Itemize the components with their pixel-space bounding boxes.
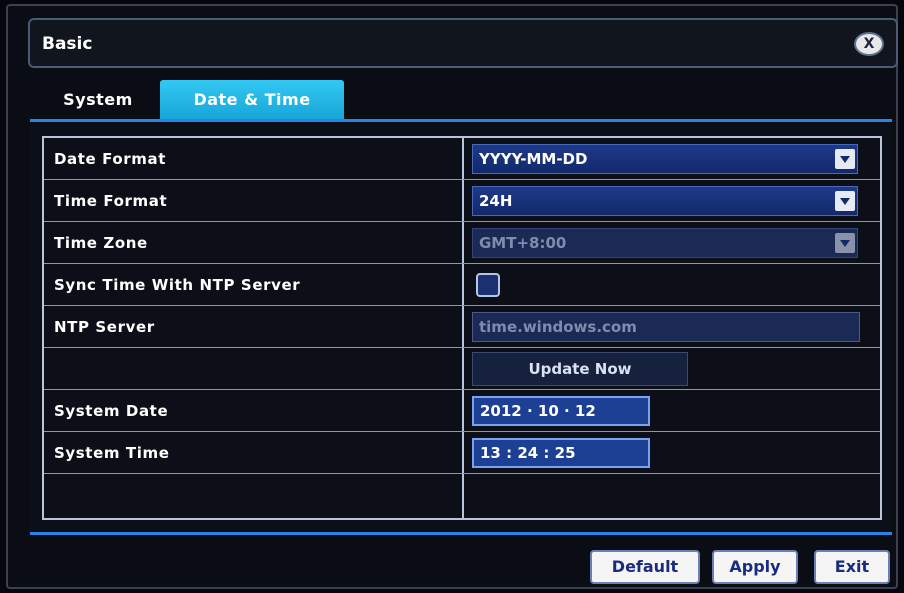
system-time-field[interactable]: 13 : 24 : 25 <box>472 438 650 468</box>
title-bar: Basic X <box>28 18 898 68</box>
row-system-time: System Time 13 : 24 : 25 <box>44 432 880 474</box>
time-format-label: Time Format <box>54 192 168 210</box>
time-zone-label: Time Zone <box>54 234 148 252</box>
row-update-now: Update Now <box>44 348 880 390</box>
ntp-server-label: NTP Server <box>54 318 155 336</box>
system-date-field[interactable]: 2012 · 10 · 12 <box>472 396 650 426</box>
date-format-label: Date Format <box>54 150 167 168</box>
tab-date-time[interactable]: Date & Time <box>160 80 344 120</box>
system-time-label: System Time <box>54 444 170 462</box>
ntp-sync-checkbox[interactable] <box>476 273 500 297</box>
date-format-value: YYYY-MM-DD <box>479 150 588 168</box>
row-system-date: System Date 2012 · 10 · 12 <box>44 390 880 432</box>
close-button[interactable]: X <box>854 32 884 56</box>
settings-grid: Date Format YYYY-MM-DD Time Format 24H T… <box>42 136 882 520</box>
chevron-down-icon[interactable] <box>835 149 855 169</box>
ntp-sync-label: Sync Time With NTP Server <box>54 276 301 294</box>
time-zone-value: GMT+8:00 <box>479 234 567 252</box>
time-format-value: 24H <box>479 192 513 210</box>
time-zone-select: GMT+8:00 <box>472 228 858 258</box>
tab-system[interactable]: System <box>44 80 152 120</box>
chevron-down-icon <box>835 233 855 253</box>
row-ntp-server: NTP Server time.windows.com <box>44 306 880 348</box>
row-date-format: Date Format YYYY-MM-DD <box>44 138 880 180</box>
update-now-button[interactable]: Update Now <box>472 352 688 386</box>
system-date-label: System Date <box>54 402 169 420</box>
row-ntp-sync: Sync Time With NTP Server <box>44 264 880 306</box>
window-title: Basic <box>42 34 93 54</box>
default-button[interactable]: Default <box>590 550 700 584</box>
settings-panel: Date Format YYYY-MM-DD Time Format 24H T… <box>30 119 892 535</box>
time-format-select[interactable]: 24H <box>472 186 858 216</box>
row-time-format: Time Format 24H <box>44 180 880 222</box>
row-time-zone: Time Zone GMT+8:00 <box>44 222 880 264</box>
apply-button[interactable]: Apply <box>712 550 798 584</box>
date-format-select[interactable]: YYYY-MM-DD <box>472 144 858 174</box>
chevron-down-icon[interactable] <box>835 191 855 211</box>
exit-button[interactable]: Exit <box>814 550 890 584</box>
ntp-server-input: time.windows.com <box>472 312 860 342</box>
row-empty <box>44 474 880 518</box>
